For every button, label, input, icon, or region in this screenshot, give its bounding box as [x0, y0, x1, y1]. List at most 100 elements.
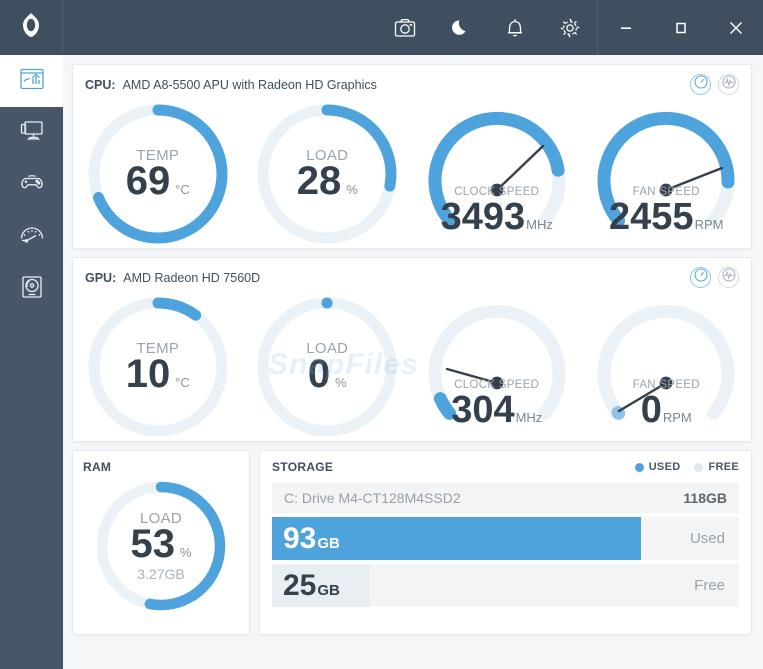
gpu-fan-gauge: FAN SPEED 0 RPM — [582, 291, 752, 443]
storage-used-value: 93 — [283, 521, 317, 555]
cpu-clock-gauge: CLOCK SPEED 3493 MHz — [412, 98, 582, 250]
app-logo-icon — [16, 10, 46, 45]
gpu-temp-unit: °C — [175, 375, 190, 390]
storage-free-value: 25 — [283, 568, 317, 602]
legend-label-used: USED — [648, 461, 681, 473]
disk-drive-icon — [18, 273, 46, 306]
camera-icon — [394, 18, 416, 38]
cpu-clock-unit: MHz — [526, 217, 553, 232]
cpu-graph-view-button[interactable] — [718, 74, 739, 95]
cpu-card-header: CPU: AMD A8-5500 APU with Radeon HD Grap… — [73, 65, 751, 98]
ram-load-unit: % — [179, 545, 192, 560]
gamepad-icon — [18, 169, 46, 202]
gpu-temp-gauge: TEMP 10 °C — [73, 291, 243, 443]
gpu-load-value: 0 — [307, 352, 331, 396]
ram-card: RAM LOAD 53 % 3.27GB — [72, 450, 250, 635]
cpu-view-toggles — [690, 74, 739, 95]
minimize-button[interactable] — [598, 0, 653, 55]
sidebar-item-pc[interactable] — [0, 107, 63, 159]
sidebar — [0, 55, 63, 669]
storage-free-bar: 25 GB Free — [272, 564, 739, 607]
gpu-load-unit: % — [335, 375, 347, 390]
ram-load-gauge: LOAD 53 % 3.27GB — [91, 476, 231, 616]
storage-drive-row[interactable]: C: Drive M4-CT128M4SSD2 118GB — [272, 483, 739, 513]
storage-free-label: 25 GB — [272, 568, 340, 602]
cpu-label: CPU: — [85, 77, 116, 92]
gpu-clock-value: 304 — [451, 389, 515, 431]
storage-header: STORAGE USED FREE — [272, 460, 739, 474]
main-content: CPU: AMD A8-5500 APU with Radeon HD Grap… — [63, 55, 763, 669]
bottom-row: RAM LOAD 53 % 3.27GB STORAGE USED FREE C… — [72, 450, 752, 635]
cpu-fan-value: 2455 — [609, 196, 694, 238]
minimize-icon — [618, 20, 634, 36]
screenshot-button[interactable] — [377, 0, 432, 55]
storage-free-unit: GB — [317, 581, 340, 599]
legend-label-free: FREE — [708, 461, 739, 473]
night-mode-button[interactable] — [432, 0, 487, 55]
storage-drive-size: 118GB — [683, 490, 727, 506]
cpu-load-value: 28 — [296, 159, 342, 203]
gpu-label: GPU: — [85, 270, 117, 285]
cpu-gauges: TEMP 69 °C LOAD 28 % CLOCK SPEED 3493 MH… — [73, 98, 751, 250]
waveform-view-icon — [721, 75, 736, 94]
cpu-card: CPU: AMD A8-5500 APU with Radeon HD Grap… — [72, 64, 752, 249]
legend-item-used: USED — [634, 461, 681, 473]
ram-load-sub: 3.27GB — [137, 566, 185, 582]
gpu-graph-view-button[interactable] — [718, 267, 739, 288]
maximize-button[interactable] — [653, 0, 708, 55]
cpu-fan-unit: RPM — [694, 217, 724, 232]
storage-free-caption: Free — [694, 577, 725, 594]
ram-load-value: 53 — [130, 522, 175, 566]
dashboard-chart-icon — [18, 65, 46, 98]
close-button[interactable] — [708, 0, 763, 55]
gpu-clock-unit: MHz — [515, 410, 543, 425]
title-bar-actions — [377, 0, 763, 55]
gpu-card: GPU: AMD Radeon HD 7560D TEMP 10 °C LOAD… — [72, 257, 752, 442]
legend-item-free: FREE — [694, 461, 739, 473]
sidebar-item-benchmark[interactable] — [0, 211, 63, 263]
cpu-temp-value: 69 — [125, 159, 171, 203]
waveform-view-icon — [721, 268, 736, 287]
gpu-gauge-view-button[interactable] — [690, 267, 711, 288]
title-bar — [0, 0, 763, 55]
gear-icon — [559, 17, 581, 39]
speedometer-icon — [18, 221, 46, 254]
cpu-gauge-view-button[interactable] — [690, 74, 711, 95]
gauge-view-icon — [693, 75, 708, 94]
storage-drive-name: C: Drive M4-CT128M4SSD2 — [284, 490, 461, 506]
alerts-button[interactable] — [487, 0, 542, 55]
cpu-temp-gauge: TEMP 69 °C — [73, 98, 243, 250]
storage-used-unit: GB — [317, 534, 340, 552]
gauge-view-icon — [693, 268, 708, 287]
gpu-name: AMD Radeon HD 7560D — [123, 270, 261, 285]
moon-icon — [450, 18, 470, 38]
bell-icon — [505, 17, 525, 39]
legend-dot-used — [634, 462, 644, 472]
gpu-card-header: GPU: AMD Radeon HD 7560D — [73, 258, 751, 291]
gpu-load-gauge: LOAD 0 % — [243, 291, 413, 443]
gpu-temp-value: 10 — [125, 352, 171, 396]
app-window: CPU: AMD A8-5500 APU with Radeon HD Grap… — [0, 0, 763, 669]
storage-legend: USED FREE — [634, 461, 739, 473]
ram-title: RAM — [83, 460, 112, 474]
gpu-gauges: TEMP 10 °C LOAD 0 % CLOCK SPEED 304 MHz … — [73, 291, 751, 443]
gpu-fan-unit: RPM — [662, 410, 692, 425]
cpu-clock-value: 3493 — [440, 196, 526, 238]
storage-used-bar: 93 GB Used — [272, 517, 739, 560]
sidebar-item-games[interactable] — [0, 159, 63, 211]
sidebar-item-dashboard[interactable] — [0, 55, 63, 107]
gpu-fan-value: 0 — [640, 389, 662, 431]
cpu-load-unit: % — [346, 182, 358, 197]
maximize-icon — [673, 20, 689, 36]
gpu-clock-gauge: CLOCK SPEED 304 MHz — [412, 291, 582, 443]
app-logo — [0, 0, 63, 55]
legend-dot-free — [694, 462, 704, 472]
sidebar-item-storage[interactable] — [0, 263, 63, 315]
close-icon — [726, 18, 746, 38]
cpu-fan-gauge: FAN SPEED 2455 RPM — [582, 98, 752, 250]
cpu-load-gauge: LOAD 28 % — [243, 98, 413, 250]
cpu-name: AMD A8-5500 APU with Radeon HD Graphics — [122, 77, 377, 92]
cpu-clock-needle — [495, 144, 544, 192]
settings-button[interactable] — [542, 0, 597, 55]
cpu-temp-unit: °C — [175, 182, 190, 197]
